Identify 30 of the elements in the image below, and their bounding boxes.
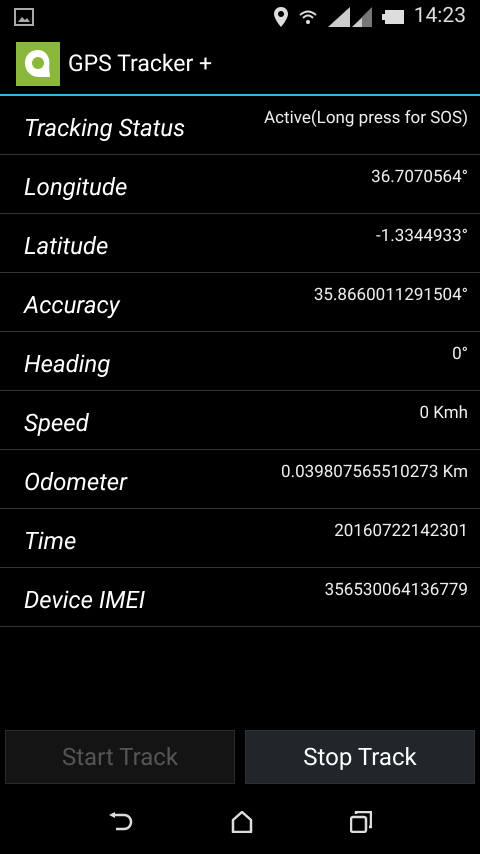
field-label: Odometer	[24, 467, 128, 498]
field-value: Active(Long press for SOS)	[264, 107, 468, 130]
image-icon	[14, 8, 34, 26]
app-logo-icon	[16, 42, 60, 86]
field-label: Accuracy	[24, 290, 120, 321]
home-icon[interactable]	[230, 811, 253, 833]
field-label: Latitude	[24, 231, 108, 262]
signal-icon	[328, 7, 372, 27]
field-label: Device IMEI	[24, 585, 146, 616]
field-value: 35.8660011291504°	[314, 284, 468, 307]
field-value: -1.3344933°	[376, 225, 468, 248]
field-value: 0 Kmh	[419, 402, 468, 425]
field-label: Longitude	[24, 172, 128, 203]
back-icon[interactable]	[108, 812, 134, 832]
field-value: 20160722142301	[334, 520, 468, 543]
field-value: 36.7070564°	[371, 166, 468, 189]
field-label: Time	[24, 526, 76, 557]
status-time: 14:23	[414, 3, 466, 30]
field-label: Tracking Status	[24, 113, 186, 144]
app-title: GPS Tracker +	[68, 48, 212, 79]
location-pin-icon	[274, 7, 288, 27]
track-button[interactable]: Stop Track	[245, 730, 475, 784]
field-value: 0.039807565510273 Km	[281, 461, 468, 484]
field-value: 0°	[452, 343, 468, 366]
field-value: 356530064136779	[324, 579, 468, 602]
wifi-icon	[298, 9, 318, 25]
battery-icon	[382, 10, 404, 24]
field-label: Heading	[24, 349, 110, 380]
recent-apps-icon[interactable]	[350, 811, 372, 833]
field-label: Speed	[24, 408, 89, 439]
